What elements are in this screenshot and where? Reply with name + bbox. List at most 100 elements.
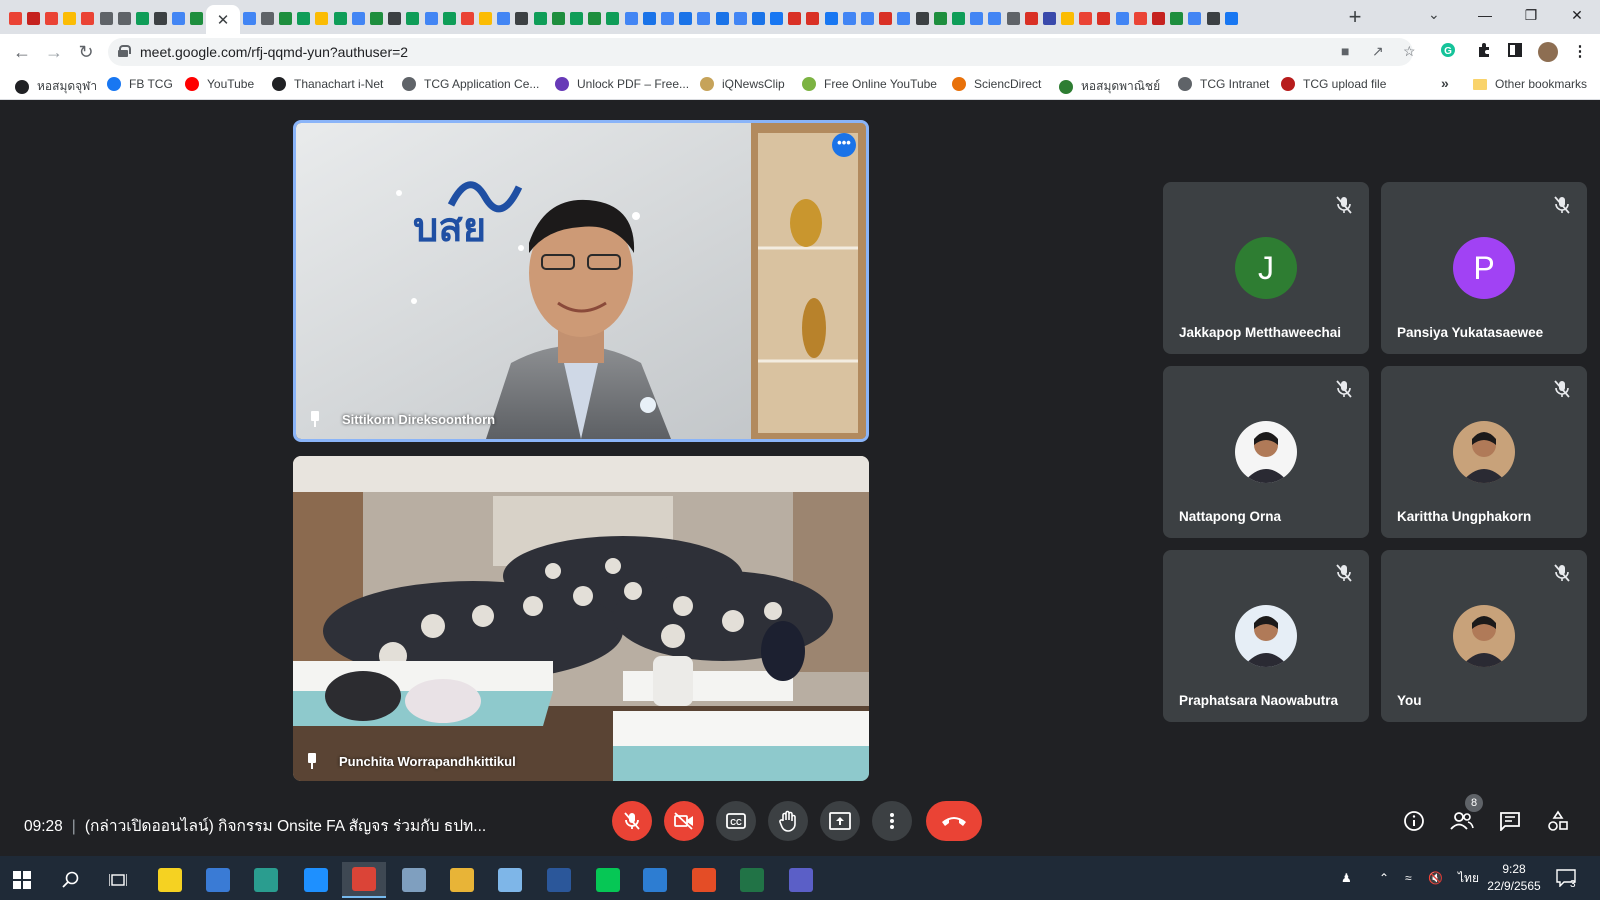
chrome-app[interactable] <box>342 862 386 898</box>
app-icon[interactable] <box>392 862 436 898</box>
tab-favicon[interactable] <box>24 5 42 31</box>
tab-favicon[interactable] <box>97 5 115 31</box>
taskbar-clock[interactable]: 9:28 22/9/2565 <box>1484 861 1544 895</box>
reload-icon[interactable]: ↻ <box>75 41 97 63</box>
tab-favicon[interactable] <box>349 5 367 31</box>
participant-tile[interactable]: Praphatsara Naowabutra <box>1163 550 1369 722</box>
tab-favicon[interactable] <box>477 5 495 31</box>
tab-favicon[interactable] <box>258 5 276 31</box>
present-screen-button[interactable] <box>820 801 860 841</box>
tab-favicon[interactable] <box>513 5 531 31</box>
tab-favicon[interactable] <box>913 5 931 31</box>
tab-favicon[interactable] <box>1222 5 1240 31</box>
tab-favicon[interactable] <box>152 5 170 31</box>
camera-off-button[interactable] <box>664 801 704 841</box>
tab-favicon[interactable] <box>658 5 676 31</box>
tab-favicon[interactable] <box>677 5 695 31</box>
side-panel-icon[interactable] <box>1505 42 1525 62</box>
lock-icon[interactable] <box>118 45 131 57</box>
tab-favicon[interactable] <box>458 5 476 31</box>
active-tab-meet[interactable]: ✕ <box>206 5 241 34</box>
url-text[interactable]: meet.google.com/rfj-qqmd-yun?authuser=2 <box>140 44 408 60</box>
tab-favicon[interactable] <box>1149 5 1167 31</box>
tab-favicon[interactable] <box>1113 5 1131 31</box>
acrobat-app[interactable] <box>682 862 726 898</box>
tab-favicon[interactable] <box>640 5 658 31</box>
activities-button[interactable] <box>1545 808 1571 834</box>
participant-tile[interactable]: P Pansiya Yukatasaewee <box>1381 182 1587 354</box>
tab-favicon[interactable] <box>188 5 206 31</box>
tab-favicon[interactable] <box>622 5 640 31</box>
start-button[interactable] <box>0 862 44 898</box>
back-icon[interactable]: ← <box>11 41 33 63</box>
bookmark-item[interactable]: FB TCG <box>107 77 173 91</box>
tab-favicon[interactable] <box>240 5 258 31</box>
tab-favicon[interactable] <box>79 5 97 31</box>
tab-favicon[interactable] <box>440 5 458 31</box>
close-window-button[interactable]: ✕ <box>1554 0 1600 30</box>
action-center-button[interactable]: 3 <box>1556 856 1582 900</box>
tab-favicon[interactable] <box>1059 5 1077 31</box>
tab-favicon[interactable] <box>895 5 913 31</box>
pin-icon[interactable] <box>308 411 322 427</box>
bookmark-item[interactable]: SciencDirect <box>952 77 1041 91</box>
tab-favicon[interactable] <box>731 5 749 31</box>
tab-favicon[interactable] <box>367 5 385 31</box>
teams-app[interactable] <box>779 862 823 898</box>
tab-favicon[interactable] <box>1168 5 1186 31</box>
grammarly-extension-icon[interactable]: G <box>1438 42 1458 62</box>
new-tab-button[interactable]: + <box>1343 6 1367 30</box>
excel-app[interactable] <box>730 862 774 898</box>
line-app[interactable] <box>586 862 630 898</box>
chrome-menu-icon[interactable]: ⋮ <box>1570 42 1590 62</box>
photos-app[interactable] <box>633 862 677 898</box>
paint-app[interactable] <box>488 862 532 898</box>
bookmark-item[interactable]: TCG Intranet <box>1178 77 1269 91</box>
participant-tile[interactable]: Nattapong Orna <box>1163 366 1369 538</box>
tab-favicon[interactable] <box>931 5 949 31</box>
tab-favicon[interactable] <box>840 5 858 31</box>
profile-avatar[interactable] <box>1538 42 1558 62</box>
tab-favicon[interactable] <box>604 5 622 31</box>
tab-favicon[interactable] <box>422 5 440 31</box>
tab-favicon[interactable] <box>1204 5 1222 31</box>
store-app[interactable] <box>196 862 240 898</box>
task-view-button[interactable] <box>96 862 140 898</box>
tab-favicon[interactable] <box>822 5 840 31</box>
bookmark-item[interactable]: iQNewsClip <box>700 77 785 91</box>
tab-favicon[interactable] <box>61 5 79 31</box>
leave-call-button[interactable] <box>926 801 982 841</box>
participant-tile[interactable]: You <box>1381 550 1587 722</box>
tab-favicon[interactable] <box>1095 5 1113 31</box>
tab-favicon[interactable] <box>786 5 804 31</box>
people-tray-icon[interactable]: ♟ <box>1341 856 1352 900</box>
participant-tile[interactable]: Karittha Ungphakorn <box>1381 366 1587 538</box>
tab-favicon[interactable] <box>295 5 313 31</box>
tab-favicon[interactable] <box>170 5 188 31</box>
tab-favicon[interactable] <box>968 5 986 31</box>
chat-button[interactable] <box>1497 808 1523 834</box>
main-video-tile-room[interactable]: Punchita Worrapandhkittikul <box>293 456 869 781</box>
tab-favicon[interactable] <box>115 5 133 31</box>
show-hidden-icons-button[interactable]: ⌃ <box>1379 856 1389 900</box>
bookmark-item[interactable]: หอสมุดจุฬา <box>15 77 97 96</box>
main-video-tile-speaker[interactable]: บสย ••• Sittikorn Direksoonthorn <box>293 120 869 442</box>
tile-more-options-button[interactable]: ••• <box>832 133 856 157</box>
bookmark-star-icon[interactable]: ☆ <box>1403 43 1416 60</box>
microphone-off-button[interactable] <box>612 801 652 841</box>
tab-favicon[interactable] <box>1004 5 1022 31</box>
tab-favicon[interactable] <box>695 5 713 31</box>
maximize-button[interactable]: ❐ <box>1508 0 1554 30</box>
tab-favicon[interactable] <box>586 5 604 31</box>
edge-app[interactable] <box>244 862 288 898</box>
tab-favicon[interactable] <box>713 5 731 31</box>
bookmark-item[interactable]: YouTube <box>185 77 254 91</box>
word-app[interactable] <box>537 862 581 898</box>
tab-favicon[interactable] <box>331 5 349 31</box>
tab-favicon[interactable] <box>42 5 60 31</box>
tab-search-button[interactable]: ⌄ <box>1428 6 1440 23</box>
minimize-button[interactable]: — <box>1462 0 1508 30</box>
bookmark-item[interactable]: TCG upload file <box>1281 77 1386 91</box>
tab-favicon[interactable] <box>276 5 294 31</box>
tab-favicon[interactable] <box>1186 5 1204 31</box>
